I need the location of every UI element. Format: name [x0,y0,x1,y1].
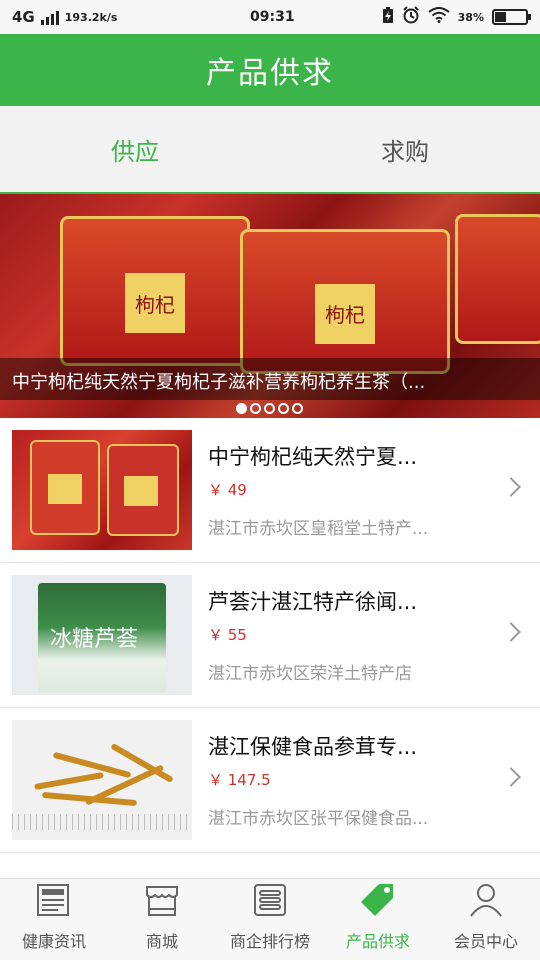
ranking-list-icon [248,880,292,920]
user-icon [464,880,508,920]
status-left: 4G 193.2k/s [12,8,117,26]
banner-product-bag: 枸杞 [60,216,250,366]
carousel-dot[interactable] [236,403,247,414]
product-price: ￥ 55 [208,626,247,644]
nav-label: 健康资讯 [21,932,86,951]
banner-product-bag [455,214,540,344]
shop-name: 湛江市赤坎区荣洋土特产店 [208,664,412,684]
wifi-icon [428,7,450,27]
carousel-dot[interactable] [264,403,275,414]
tab-bar: 供应 求购 [0,106,540,194]
product-price: ￥ 49 [208,481,247,499]
nav-ranking[interactable]: 商企排行榜 [216,879,324,960]
chevron-right-icon [501,477,521,497]
status-right: 38% [382,6,531,28]
nav-member-center[interactable]: 会员中心 [432,879,540,960]
clock: 09:31 [250,9,295,25]
storefront-icon [140,880,184,920]
network-speed: 193.2k/s [64,10,118,24]
status-bar: 4G 193.2k/s 09:31 38% [0,0,540,34]
charging-icon [382,6,394,28]
nav-label: 商企排行榜 [229,932,310,951]
app-header: 产品供求 [0,34,540,106]
banner-carousel[interactable]: 枸杞 枸杞 中宁枸杞纯天然宁夏枸杞子滋补营养枸杞养生茶（... [0,194,540,418]
product-thumbnail [12,720,192,840]
product-thumbnail [12,430,192,550]
tab-purchase[interactable]: 求购 [270,106,540,192]
product-price: ￥ 147.5 [208,771,271,789]
product-list: 中宁枸杞纯天然宁夏... ￥ 49 湛江市赤坎区皇稻堂土特产... 冰糖芦荟 芦… [0,418,540,853]
tag-icon [356,880,400,920]
product-name: 中宁枸杞纯天然宁夏... [208,445,418,469]
carousel-dot[interactable] [292,403,303,414]
alarm-icon [402,6,420,28]
product-name: 芦荟汁湛江特产徐闻... [208,590,418,614]
product-thumbnail: 冰糖芦荟 [12,575,192,695]
list-item[interactable]: 湛江保健食品参茸专... ￥ 147.5 湛江市赤坎区张平保健食品... [0,708,540,853]
banner-product-bag: 枸杞 [240,229,450,374]
battery-percent: 38% [457,10,484,24]
carousel-dot[interactable] [250,403,261,414]
network-type: 4G [12,8,35,26]
tab-supply[interactable]: 供应 [0,106,270,192]
nav-product-supply[interactable]: 产品供求 [324,879,432,960]
chevron-right-icon [501,767,521,787]
shop-name: 湛江市赤坎区张平保健食品... [208,809,429,829]
nav-mall[interactable]: 商城 [108,879,216,960]
nav-health-news[interactable]: 健康资讯 [0,879,108,960]
bottom-nav: 健康资讯 商城 商企排行榜 产品供求 会员中心 [0,878,540,960]
carousel-indicator [236,403,303,414]
page-title: 产品供求 [206,56,334,91]
signal-icon [40,9,59,25]
product-name: 湛江保健食品参茸专... [208,735,418,759]
carousel-dot[interactable] [278,403,289,414]
nav-label: 产品供求 [345,932,410,951]
nav-label: 会员中心 [453,932,518,951]
nav-label: 商城 [145,932,178,951]
shop-name: 湛江市赤坎区皇稻堂土特产... [208,519,429,539]
battery-icon [492,9,531,25]
list-item[interactable]: 中宁枸杞纯天然宁夏... ￥ 49 湛江市赤坎区皇稻堂土特产... [0,418,540,563]
chevron-right-icon [501,622,521,642]
newspaper-icon [32,880,76,920]
list-item[interactable]: 冰糖芦荟 芦荟汁湛江特产徐闻... ￥ 55 湛江市赤坎区荣洋土特产店 [0,563,540,708]
banner-caption: 中宁枸杞纯天然宁夏枸杞子滋补营养枸杞养生茶（... [0,358,540,400]
